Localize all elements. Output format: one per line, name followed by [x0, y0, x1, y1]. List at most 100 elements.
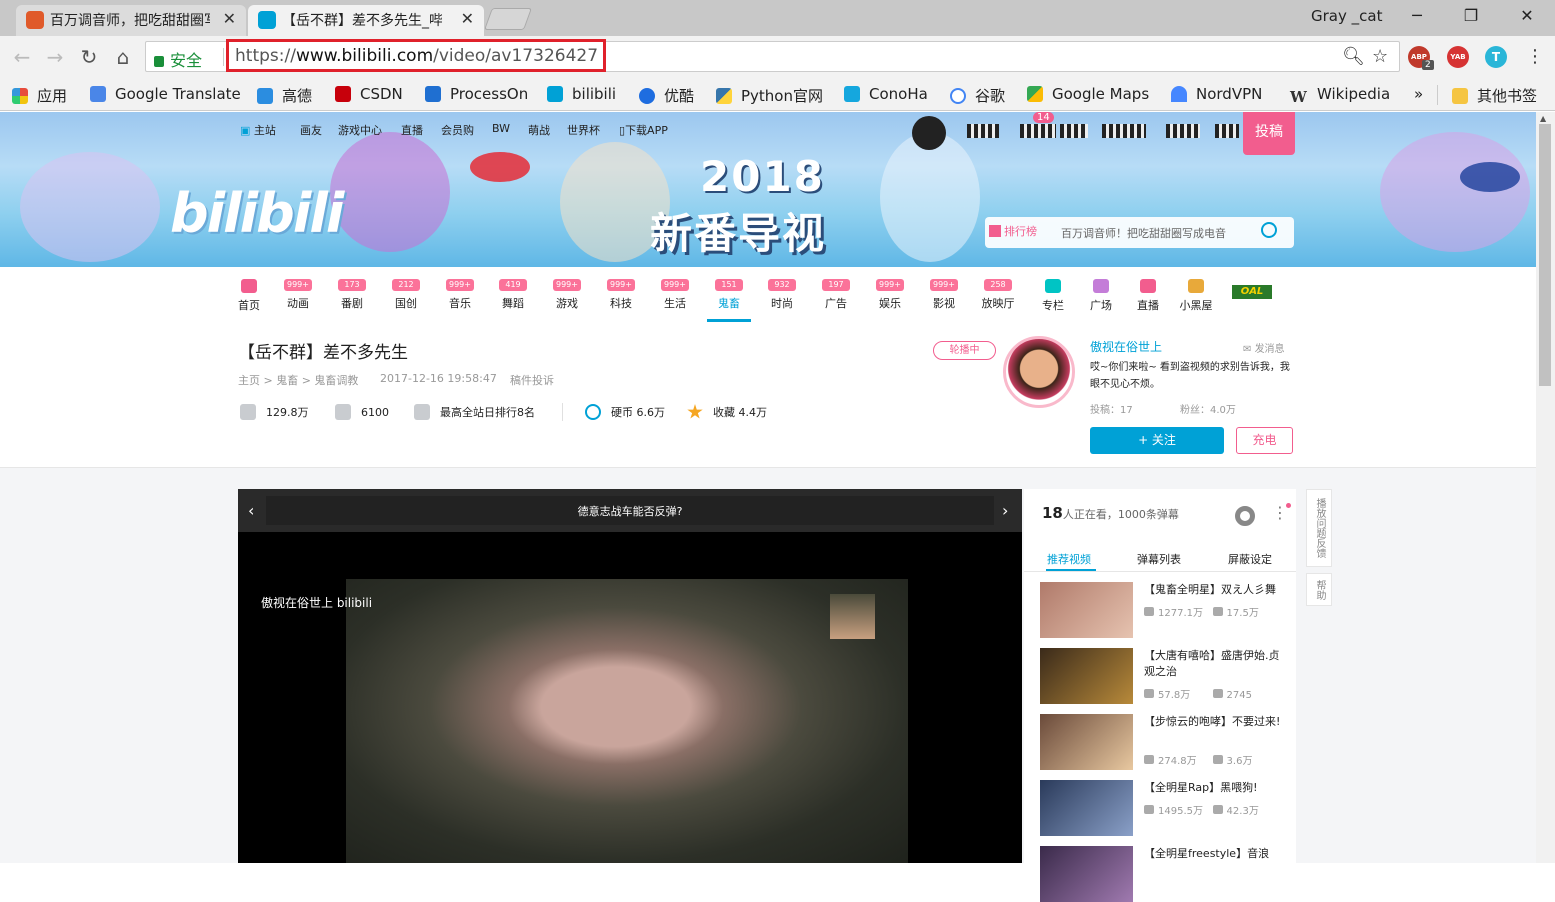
topnav-blurred-item[interactable]	[1102, 124, 1146, 138]
search-icon[interactable]	[1261, 222, 1277, 238]
ranking-link[interactable]: 排行榜	[989, 223, 1037, 239]
recommended-title[interactable]: 【全明星freestyle】音浪	[1144, 846, 1284, 862]
bookmark-apps[interactable]: 应用	[12, 85, 67, 105]
video-frame[interactable]	[346, 579, 908, 863]
bookmark-processon[interactable]: ProcessOn	[425, 85, 528, 105]
send-message-link[interactable]: ✉ 发消息	[1243, 340, 1285, 355]
topnav-game-center[interactable]: 游戏中心	[338, 122, 382, 138]
topnav-live[interactable]: 直播	[401, 122, 423, 138]
bookmark-bilibili[interactable]: bilibili	[547, 85, 616, 105]
bookmark-google-maps[interactable]: Google Maps	[1027, 85, 1149, 105]
browser-user-name[interactable]: Gray _cat	[1311, 7, 1382, 25]
browser-tab-inactive[interactable]: 百万调音师，把吃甜甜圈写成... ✕	[16, 5, 246, 36]
bookmark-gaode[interactable]: 高德	[257, 85, 312, 105]
bookmark-conoha[interactable]: ConoHa	[844, 85, 928, 105]
bookmark-python[interactable]: Python官网	[716, 85, 823, 105]
chevron-right-icon[interactable]: ›	[1002, 501, 1008, 520]
live-rotation-badge[interactable]: 轮播中	[933, 341, 996, 360]
video-thumbnail[interactable]	[1040, 648, 1133, 704]
coin-button[interactable]: 硬币 6.6万	[585, 404, 665, 420]
recommended-title[interactable]: 【大唐有嘻哈】盛唐伊始.贞观之治	[1144, 648, 1284, 680]
charge-button[interactable]: 充电	[1236, 427, 1293, 454]
bookmark-youku[interactable]: 优酷	[639, 85, 694, 105]
close-window-icon[interactable]: ✕	[1512, 4, 1542, 28]
recommended-title[interactable]: 【步惊云的咆哮】不要过来!	[1144, 714, 1284, 730]
recommended-title[interactable]: 【鬼畜全明星】双え人彡舞	[1144, 582, 1284, 598]
bookmark-csdn[interactable]: CSDN	[335, 85, 403, 105]
topnav-huayou[interactable]: 画友	[300, 122, 322, 138]
bookmark-google[interactable]: 谷歌	[950, 85, 1005, 105]
recommended-title[interactable]: 【全明星Rap】黑喂狗!	[1144, 780, 1284, 796]
video-player[interactable]: ‹ 德意志战车能否反弹? › 傲视在俗世上 bilibili	[238, 489, 1022, 863]
recommended-video-item[interactable]: 【全明星freestyle】音浪	[1040, 846, 1285, 902]
new-tab-button[interactable]	[483, 8, 533, 30]
topnav-download-app[interactable]: ▯下载APP	[619, 122, 668, 138]
search-input[interactable]: 百万调音师！把吃甜甜圈写成电音	[1061, 225, 1226, 241]
scrollbar-thumb[interactable]	[1539, 124, 1551, 386]
home-icon[interactable]: ⌂	[111, 45, 135, 69]
favorite-button[interactable]: 收藏 4.4万	[687, 404, 767, 420]
translate-extension-icon[interactable]: T	[1485, 46, 1507, 68]
category-film[interactable]: 999+ 影视	[924, 279, 964, 311]
recommended-video-item[interactable]: 【全明星Rap】黑喂狗! 1495.5万 42.3万	[1040, 780, 1285, 836]
category-kichiku[interactable]: 151 鬼畜	[709, 279, 749, 311]
page-scrollbar[interactable]: ▲	[1536, 112, 1555, 863]
category-bangumi[interactable]: 173 番剧	[332, 279, 372, 311]
bookmark-nordvpn[interactable]: NordVPN	[1171, 85, 1262, 105]
category-column[interactable]: 专栏	[1033, 279, 1073, 313]
category-tech[interactable]: 999+ 科技	[601, 279, 641, 311]
more-bookmarks-icon[interactable]: »	[1414, 85, 1423, 105]
security-indicator[interactable]: 安全	[154, 47, 202, 71]
yab-extension-icon[interactable]: YAB	[1447, 46, 1469, 68]
browser-tab-active[interactable]: 【岳不群】差不多先生_哔哩 ✕	[248, 5, 484, 36]
reload-icon[interactable]: ↻	[77, 45, 101, 69]
back-icon[interactable]: ←	[10, 45, 34, 69]
recommended-video-item[interactable]: 【鬼畜全明星】双え人彡舞 1277.1万 17.5万	[1040, 582, 1285, 638]
category-blackroom[interactable]: 小黑屋	[1176, 279, 1216, 313]
follow-button[interactable]: + 关注	[1090, 427, 1224, 454]
forward-icon[interactable]: →	[43, 45, 67, 69]
video-thumbnail[interactable]	[1040, 780, 1133, 836]
playback-feedback-button[interactable]: 播放问题反馈	[1306, 489, 1332, 567]
bookmark-wikipedia[interactable]: W Wikipedia	[1290, 85, 1390, 105]
upload-button[interactable]: 投稿	[1243, 112, 1295, 155]
category-life[interactable]: 999+ 生活	[655, 279, 695, 311]
video-thumbnail[interactable]	[1040, 846, 1133, 902]
user-avatar[interactable]	[912, 116, 946, 150]
tab-block-settings[interactable]: 屏蔽设定	[1228, 551, 1272, 567]
bookmark-google-translate[interactable]: Google Translate	[90, 85, 241, 105]
category-entertainment[interactable]: 999+ 娱乐	[870, 279, 910, 311]
minimize-icon[interactable]: ─	[1402, 4, 1432, 28]
address-bar[interactable]: 安全 https://www.bilibili.com/video/av1732…	[145, 39, 1400, 72]
close-icon[interactable]: ✕	[461, 9, 474, 28]
topnav-mengzhan[interactable]: 萌战	[528, 122, 550, 138]
breadcrumb[interactable]: 主页 > 鬼畜 > 鬼畜调教	[238, 372, 358, 388]
bilibili-logo[interactable]: bilibili	[170, 182, 344, 245]
tab-danmaku-list[interactable]: 弹幕列表	[1137, 551, 1181, 567]
category-ads[interactable]: 197 广告	[816, 279, 856, 311]
recommended-video-item[interactable]: 【大唐有嘻哈】盛唐伊始.贞观之治 57.8万 2745	[1040, 648, 1285, 704]
report-link[interactable]: 稿件投诉	[510, 372, 554, 388]
tab-recommended[interactable]: 推荐视频	[1047, 551, 1091, 567]
bookmark-other-folder[interactable]: 其他书签	[1452, 85, 1537, 105]
category-game[interactable]: 999+ 游戏	[547, 279, 587, 311]
category-fashion[interactable]: 932 时尚	[762, 279, 802, 311]
topnav-bw[interactable]: BW	[492, 122, 510, 135]
category-guochuang[interactable]: 212 国创	[386, 279, 426, 311]
topnav-blurred-item[interactable]	[1020, 124, 1056, 138]
url-text[interactable]: https://www.bilibili.com/video/av1732642…	[235, 46, 598, 66]
chevron-left-icon[interactable]: ‹	[248, 501, 254, 520]
scroll-up-icon[interactable]: ▲	[1540, 114, 1546, 123]
browser-menu-icon[interactable]: ⋮	[1526, 46, 1544, 67]
category-home[interactable]: 首页	[229, 279, 269, 313]
topnav-blurred-item[interactable]	[1060, 124, 1088, 138]
uploader-avatar[interactable]	[1003, 336, 1075, 408]
help-button[interactable]: 帮助	[1306, 573, 1332, 606]
category-live[interactable]: 直播	[1128, 279, 1168, 313]
oal-logo[interactable]: OAL	[1232, 285, 1272, 299]
topnav-worldcup[interactable]: 世界杯	[567, 122, 600, 138]
zoom-icon[interactable]: 🔍︎	[1342, 46, 1365, 67]
uploader-name[interactable]: 傲视在俗世上	[1090, 338, 1162, 355]
topnav-blurred-item[interactable]	[1166, 124, 1200, 138]
category-music[interactable]: 999+ 音乐	[440, 279, 480, 311]
